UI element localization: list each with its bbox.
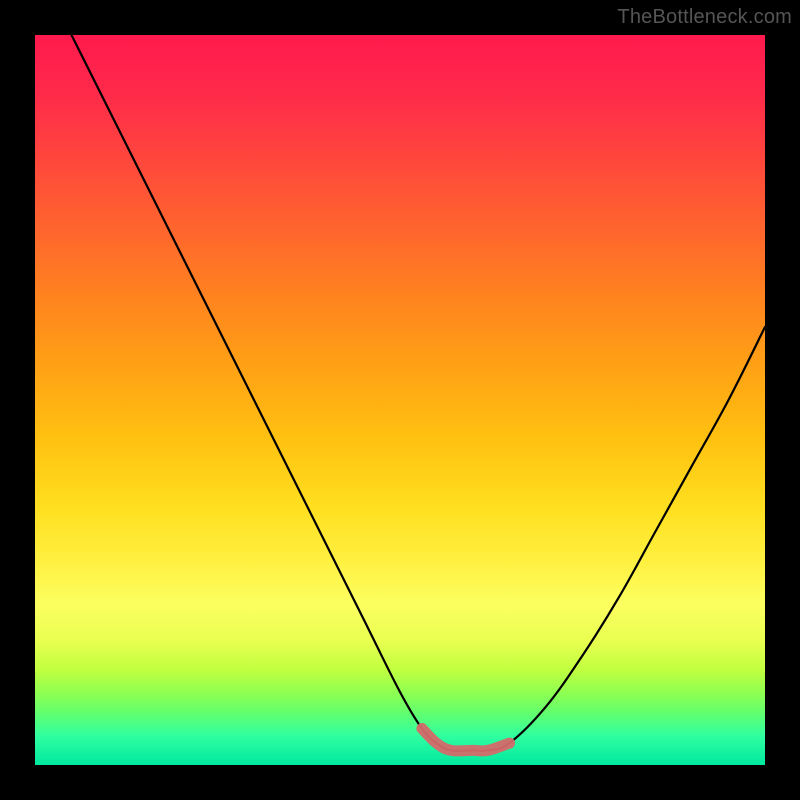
chart-canvas: TheBottleneck.com [0, 0, 800, 800]
curve-svg [35, 35, 765, 765]
watermark-label: TheBottleneck.com [617, 6, 792, 29]
plot-area [35, 35, 765, 765]
valley-highlight-path [422, 729, 510, 751]
bottleneck-curve-path [72, 35, 766, 751]
